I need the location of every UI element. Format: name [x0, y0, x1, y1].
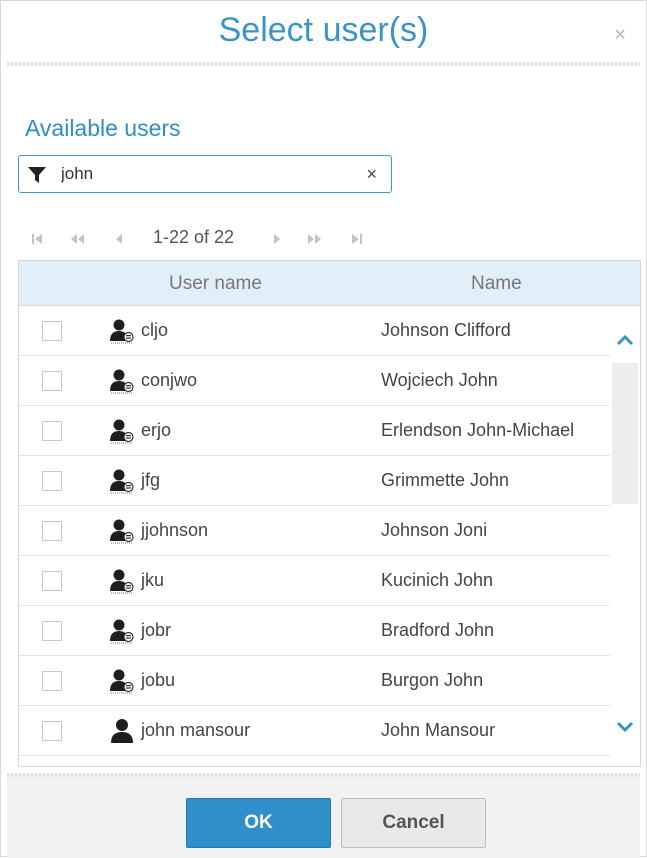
- scroll-down-icon[interactable]: [615, 718, 635, 736]
- select-users-dialog: Select user(s) × Available users × 1-22 …: [0, 0, 647, 858]
- name-cell: Grimmette John: [381, 470, 510, 490]
- table-row[interactable]: jku Kucinich John: [19, 556, 611, 606]
- row-checkbox[interactable]: [42, 571, 62, 591]
- cancel-button[interactable]: Cancel: [341, 798, 486, 848]
- row-checkbox[interactable]: [42, 521, 62, 541]
- table-row[interactable]: jfg Grimmette John: [19, 456, 611, 506]
- row-checkbox[interactable]: [42, 321, 62, 341]
- name-cell: Wojciech John: [381, 370, 498, 390]
- next-page-icon[interactable]: [269, 231, 285, 247]
- user-badge-icon: [109, 668, 135, 694]
- user-icon: [109, 718, 135, 744]
- name-cell: Johnson Clifford: [381, 320, 511, 340]
- row-checkbox[interactable]: [42, 471, 62, 491]
- name-cell: Erlendson John-Michael: [381, 420, 575, 440]
- name-cell: Kucinich John: [381, 570, 494, 590]
- user-name-cell: jfg: [141, 470, 161, 490]
- row-checkbox[interactable]: [42, 421, 62, 441]
- ok-button[interactable]: OK: [186, 798, 331, 848]
- close-icon[interactable]: ×: [614, 25, 626, 45]
- column-header-user-name[interactable]: User name: [169, 273, 262, 295]
- user-badge-icon: [109, 568, 135, 594]
- table-row[interactable]: erjo Erlendson John-Michael: [19, 406, 611, 456]
- row-checkbox[interactable]: [42, 721, 62, 741]
- user-name-cell: conjwo: [141, 370, 198, 390]
- grid-header: User name Name: [19, 261, 640, 306]
- filter-box[interactable]: ×: [18, 155, 392, 193]
- user-badge-icon: [109, 468, 135, 494]
- previous-page-icon[interactable]: [111, 231, 127, 247]
- dialog-header: Select user(s) ×: [1, 1, 646, 63]
- user-name-cell: erjo: [141, 420, 172, 440]
- fast-forward-page-icon[interactable]: [307, 231, 323, 247]
- user-badge-icon: [109, 368, 135, 394]
- user-name-cell: jobr: [141, 620, 172, 640]
- table-row[interactable]: jjohnson Johnson Joni: [19, 506, 611, 556]
- table-row[interactable]: jobu Burgon John: [19, 656, 611, 706]
- name-cell: Johnson Joni: [381, 520, 488, 540]
- header-divider: [7, 62, 640, 66]
- first-page-icon[interactable]: [29, 231, 45, 247]
- user-badge-icon: [109, 418, 135, 444]
- user-name-cell: jobu: [141, 670, 176, 690]
- user-badge-icon: [109, 318, 135, 344]
- filter-icon: [28, 167, 46, 183]
- row-checkbox[interactable]: [42, 671, 62, 691]
- user-badge-icon: [109, 518, 135, 544]
- column-header-name[interactable]: Name: [471, 273, 522, 295]
- rewind-page-icon[interactable]: [69, 231, 85, 247]
- row-checkbox[interactable]: [42, 371, 62, 391]
- name-cell: John Mansour: [381, 720, 496, 740]
- name-cell: Burgon John: [381, 670, 484, 690]
- user-name-cell: jjohnson: [141, 520, 209, 540]
- table-row[interactable]: conjwo Wojciech John: [19, 356, 611, 406]
- table-row[interactable]: john mansour John Mansour: [19, 706, 611, 756]
- user-name-cell: john mansour: [141, 720, 251, 740]
- clear-filter-icon[interactable]: ×: [366, 164, 377, 185]
- name-cell: Bradford John: [381, 620, 495, 640]
- user-name-cell: jku: [141, 570, 165, 590]
- scroll-thumb[interactable]: [612, 363, 638, 504]
- user-badge-icon: [109, 618, 135, 644]
- footer-divider: [7, 773, 640, 777]
- available-users-heading: Available users: [25, 115, 181, 141]
- last-page-icon[interactable]: [349, 231, 365, 247]
- filter-input[interactable]: [61, 162, 351, 186]
- row-checkbox[interactable]: [42, 621, 62, 641]
- dialog-title: Select user(s): [218, 11, 429, 49]
- users-grid: User name Name cljo Johnson Clifford conjw…: [18, 260, 641, 767]
- pager-info: 1-22 of 22: [153, 227, 235, 247]
- scroll-up-icon[interactable]: [615, 331, 635, 349]
- table-row[interactable]: jobr Bradford John: [19, 606, 611, 656]
- scrollbar[interactable]: [610, 306, 640, 766]
- user-name-cell: cljo: [141, 320, 169, 340]
- table-row[interactable]: cljo Johnson Clifford: [19, 306, 611, 356]
- grid-rows: cljo Johnson Clifford conjwo Wojciech John e…: [19, 306, 611, 756]
